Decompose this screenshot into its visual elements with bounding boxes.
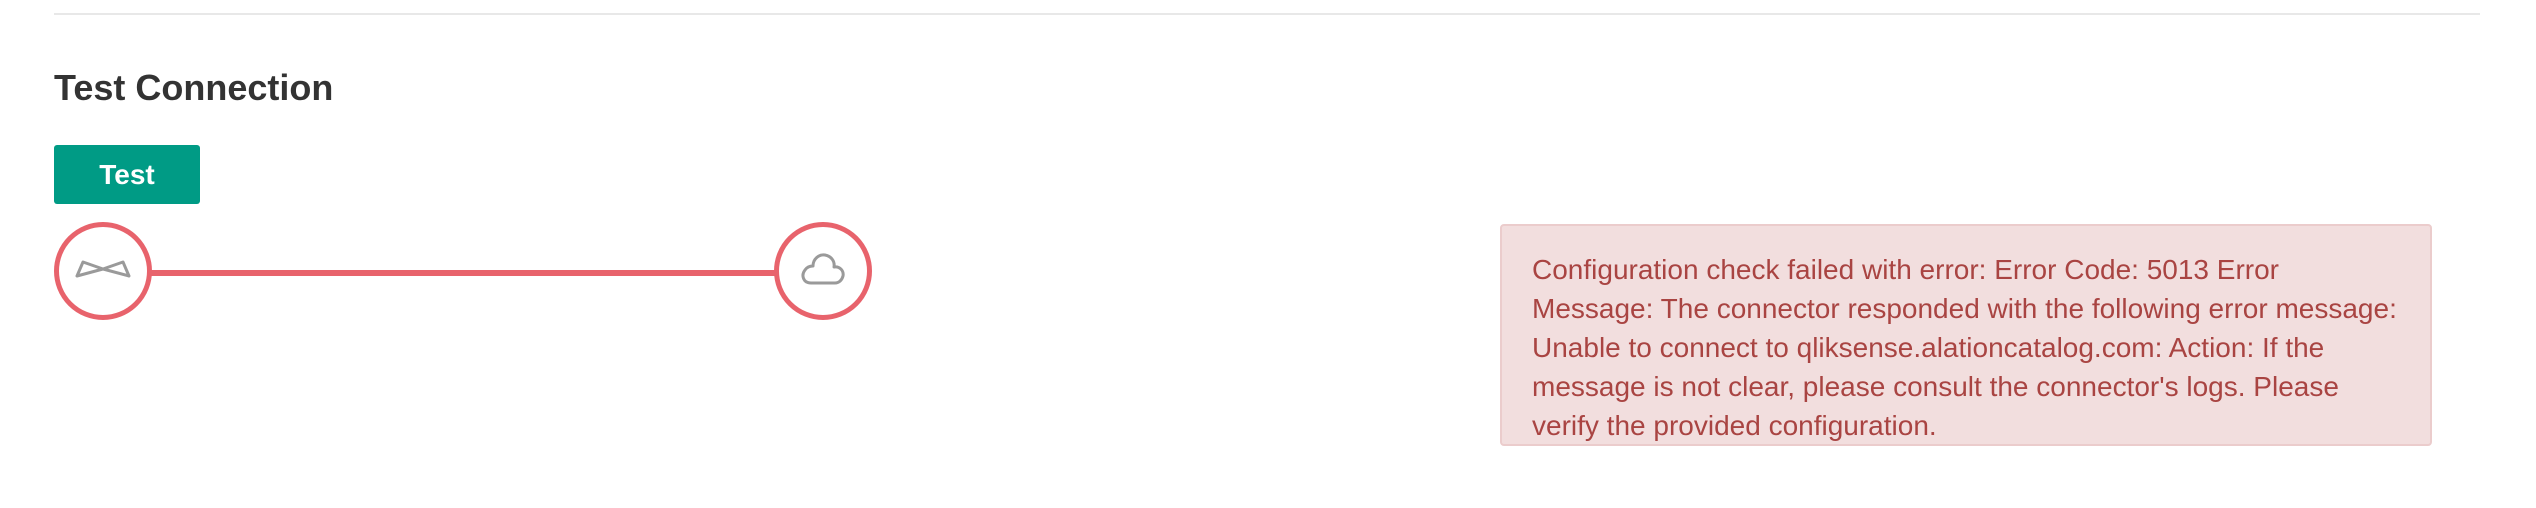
error-message: Configuration check failed with error: E… xyxy=(1532,254,2397,441)
bowtie-connector-icon xyxy=(73,254,133,289)
error-alert: Configuration check failed with error: E… xyxy=(1500,224,2432,446)
test-connection-page: Test Connection Test Configuration check… xyxy=(0,0,2536,508)
target-node xyxy=(774,222,872,320)
connection-line xyxy=(148,270,780,276)
test-button[interactable]: Test xyxy=(54,145,200,204)
section-divider xyxy=(54,13,2480,15)
connection-diagram xyxy=(54,222,874,324)
source-node xyxy=(54,222,152,320)
section-title: Test Connection xyxy=(54,67,334,108)
cloud-icon xyxy=(798,250,848,293)
